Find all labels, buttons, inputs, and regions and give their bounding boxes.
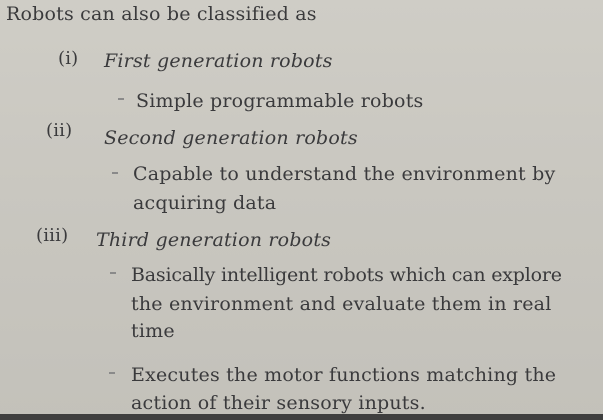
page-bottom-edge [0,414,603,420]
bullet-dash [118,98,124,100]
document-page: Robots can also be classified as (i) Fir… [0,0,603,420]
item-number-1: (i) [58,48,79,69]
item-3-point-1-line-1: Basically intelligent robots which can e… [131,264,562,286]
item-heading-2: Second generation robots [104,127,358,149]
intro-text: Robots can also be classified as [6,3,317,25]
bullet-dash [112,172,118,174]
item-3-point-2-line-1: Executes the motor functions matching th… [131,364,557,386]
item-heading-1: First generation robots [104,50,333,72]
bullet-dash [110,272,116,274]
item-3-point-2-line-2: action of their sensory inputs. [131,392,426,414]
bullet-dash [109,372,115,374]
item-2-point-1-line-2: acquiring data [133,192,277,214]
item-3-point-1-line-2: the environment and evaluate them in rea… [131,293,552,315]
item-number-2: (ii) [46,120,73,141]
item-heading-3: Third generation robots [96,229,332,251]
item-1-point-1-line-1: Simple programmable robots [136,90,424,112]
item-2-point-1-line-1: Capable to understand the environment by [133,163,556,185]
item-3-point-1-line-3: time [131,320,175,342]
item-number-3: (iii) [36,225,69,246]
